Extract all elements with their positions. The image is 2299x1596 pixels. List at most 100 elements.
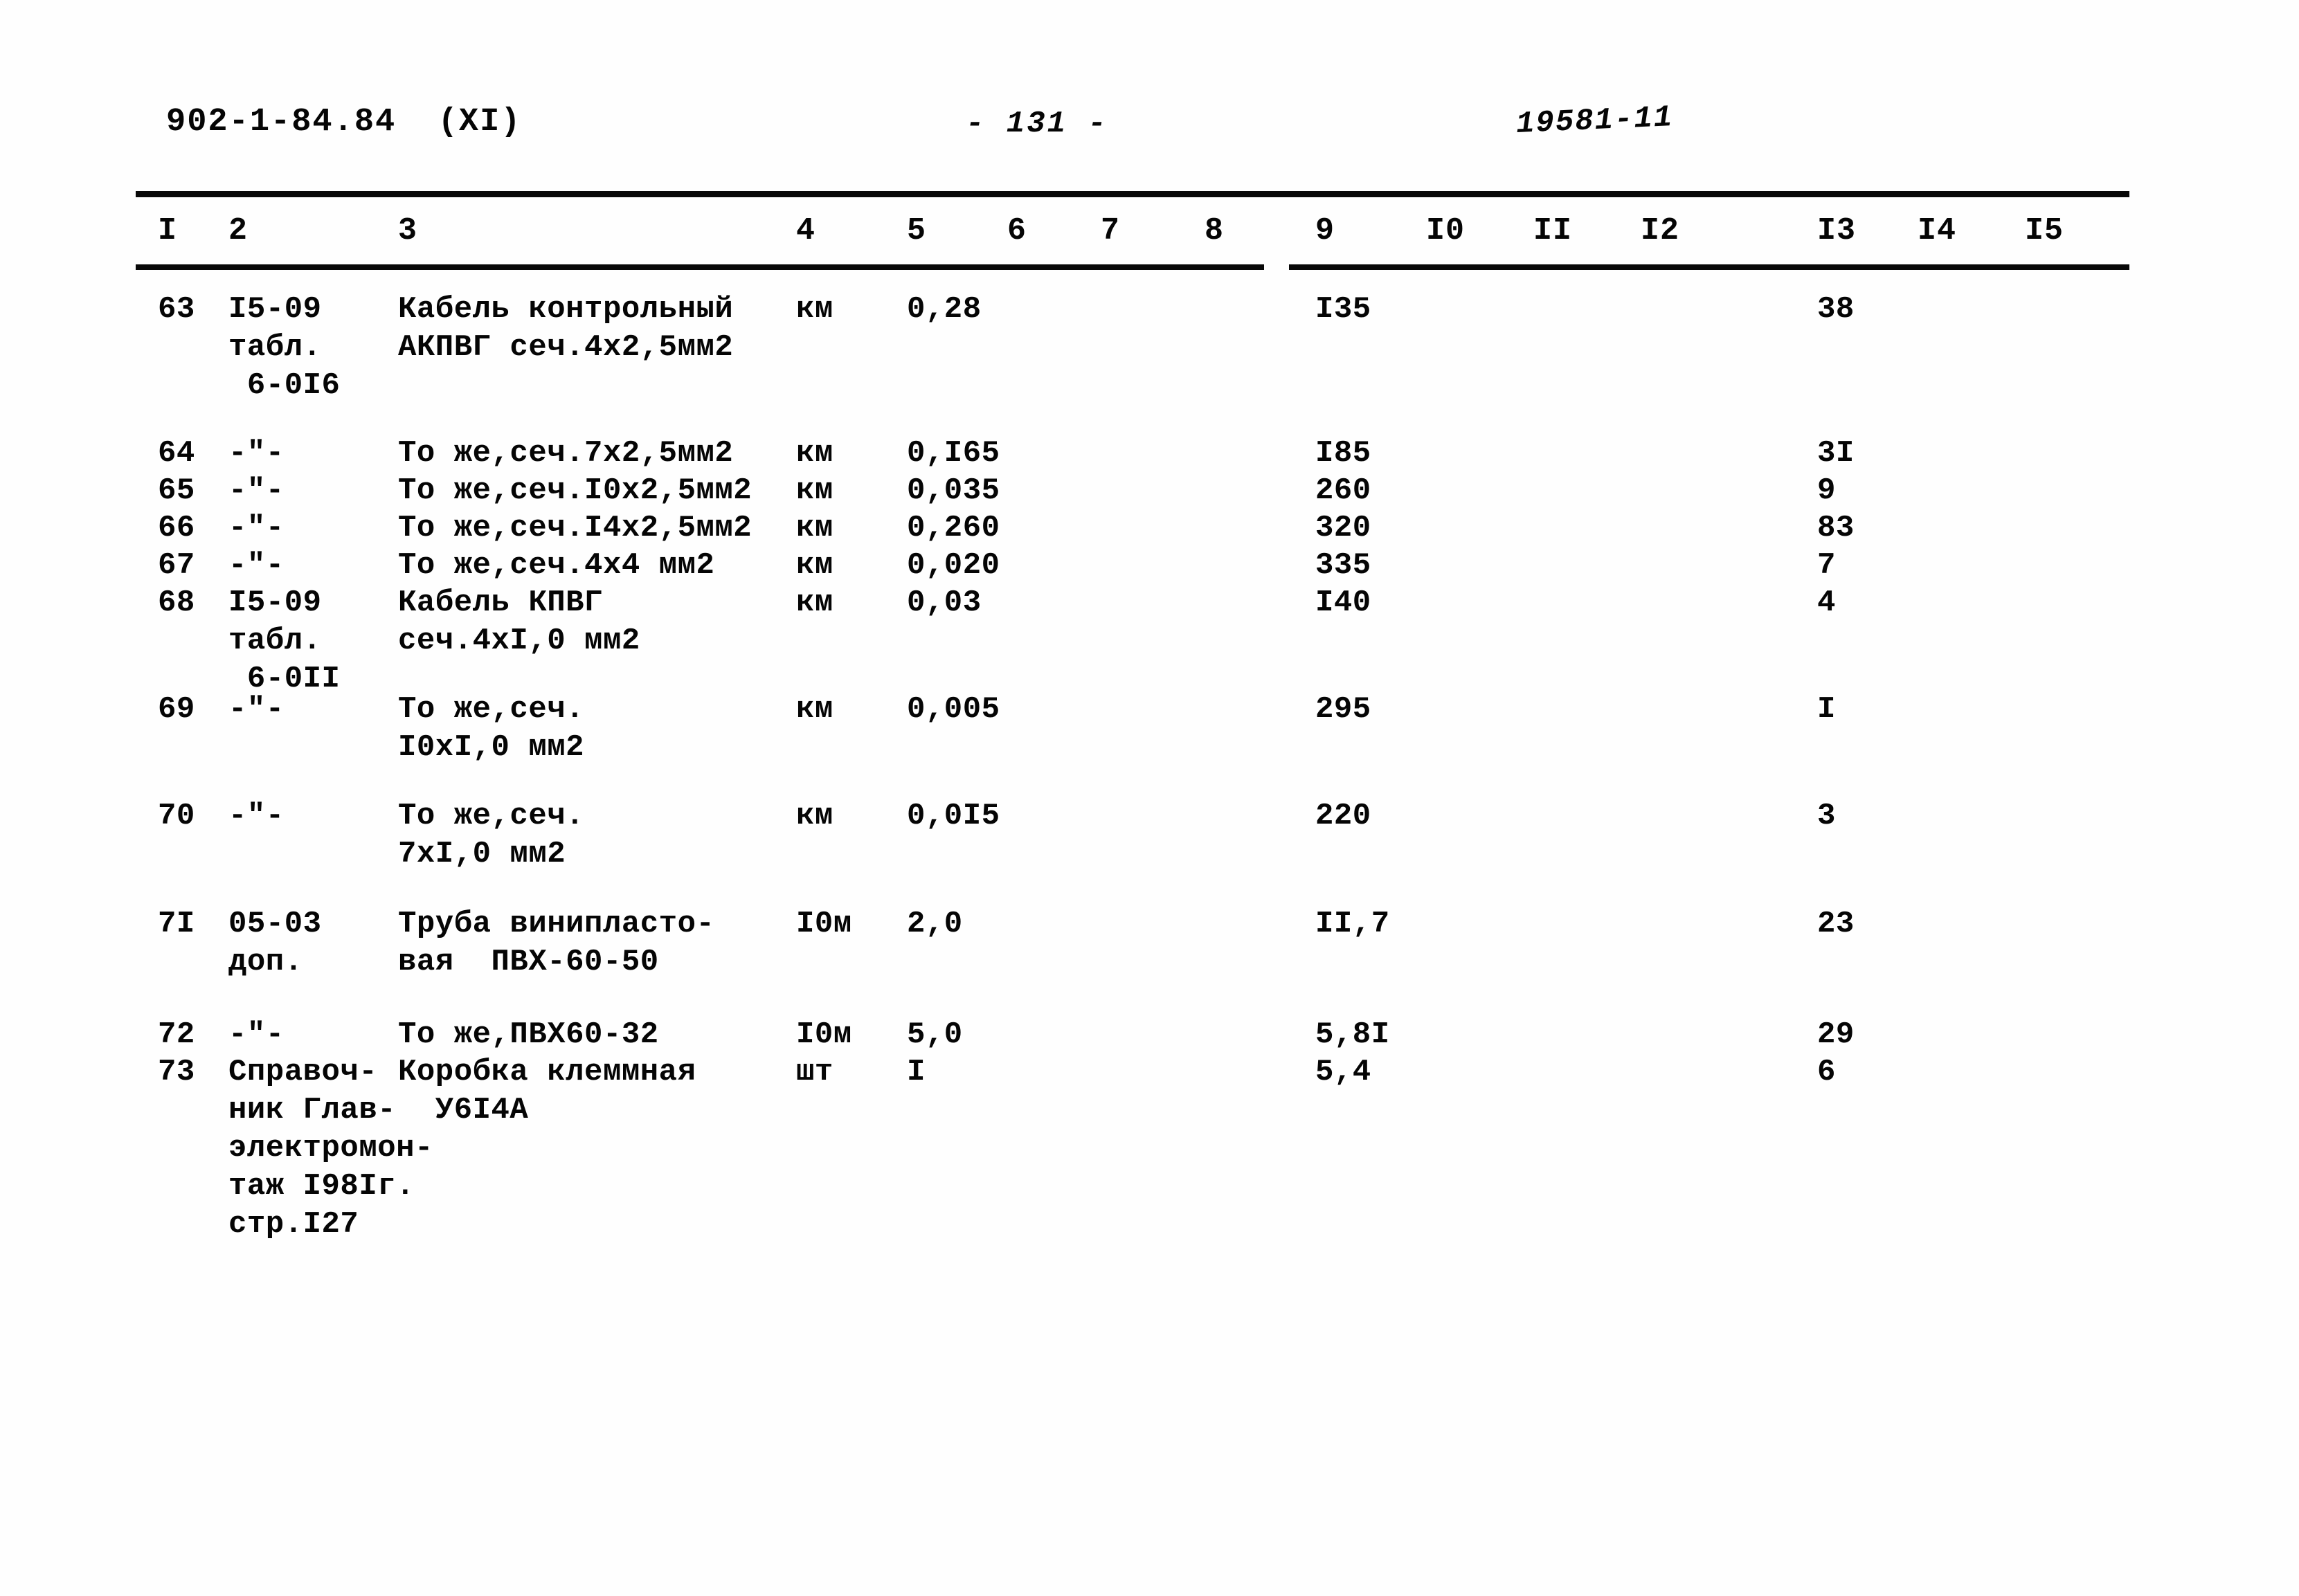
row-number-cell: 64 [158, 436, 195, 471]
row-col9-cell: 5,8I [1315, 1017, 1390, 1052]
row-name-cell: Кабель КПВГ сеч.4хI,0 мм2 [398, 586, 640, 658]
table-top-rule [136, 191, 2129, 197]
row-number-cell: 63 [158, 292, 195, 327]
row-code-cell: -"- [228, 1017, 285, 1052]
column-header-2: 2 [228, 213, 249, 248]
row-col13-cell: 29 [1817, 1017, 1855, 1052]
table-header-rule-right [1289, 264, 2129, 270]
row-quantity-cell: 0,035 [907, 473, 1000, 508]
row-code-cell: -"- [228, 511, 285, 545]
row-code-cell: -"- [228, 473, 285, 508]
row-name-cell: То же,сеч.I4х2,5мм2 [398, 511, 752, 545]
row-quantity-cell: 0,28 [907, 292, 982, 327]
row-unit-cell: км [796, 692, 833, 727]
row-col9-cell: I35 [1315, 292, 1371, 327]
column-header-4: 4 [796, 213, 816, 248]
table-header-rule-left [136, 264, 1264, 270]
row-col13-cell: 38 [1817, 292, 1855, 327]
row-number-cell: 65 [158, 473, 195, 508]
column-header-3: 3 [398, 213, 418, 248]
row-col9-cell: 5,4 [1315, 1055, 1371, 1089]
row-col9-cell: 260 [1315, 473, 1371, 508]
row-unit-cell: км [796, 292, 833, 327]
archive-stamp-number: 19581-11 [1515, 100, 1675, 142]
row-code-cell: -"- [228, 436, 285, 471]
page-number: - 131 - [966, 107, 1108, 141]
row-code-cell: -"- [228, 548, 285, 583]
row-name-cell: Коробка клеммная У6I4А [398, 1055, 696, 1127]
row-number-cell: 69 [158, 692, 195, 727]
row-unit-cell: км [796, 548, 833, 583]
column-header-12: I2 [1641, 213, 1680, 248]
row-unit-cell: шт [796, 1055, 833, 1089]
row-col13-cell: 7 [1817, 548, 1836, 583]
document-header: 902-1-84.84 (XI) - 131 - 19581-11 [0, 100, 2299, 159]
row-quantity-cell: 5,0 [907, 1017, 963, 1052]
row-number-cell: 68 [158, 586, 195, 620]
row-code-cell: -"- [228, 692, 285, 727]
row-code-cell: -"- [228, 799, 285, 833]
column-header-14: I4 [1918, 213, 1957, 248]
row-name-cell: Труба винипласто- вая ПВХ-60-50 [398, 907, 715, 979]
column-header-5: 5 [907, 213, 927, 248]
table-column-header-row: I 2 3 4 5 6 7 8 9 I0 II I2 I3 I4 I5 [0, 213, 2299, 257]
row-quantity-cell: 0,03 [907, 586, 982, 620]
column-header-10: I0 [1426, 213, 1466, 248]
row-col9-cell: I85 [1315, 436, 1371, 471]
row-col9-cell: 320 [1315, 511, 1371, 545]
row-number-cell: 67 [158, 548, 195, 583]
row-col13-cell: 6 [1817, 1055, 1836, 1089]
column-header-9: 9 [1315, 213, 1335, 248]
row-code-cell: I5-09 табл. 6-0II [228, 586, 341, 696]
row-quantity-cell: 0,I65 [907, 436, 1000, 471]
row-quantity-cell: I [907, 1055, 926, 1089]
row-col13-cell: I [1817, 692, 1836, 727]
row-quantity-cell: 0,020 [907, 548, 1000, 583]
row-col13-cell: 3I [1817, 436, 1855, 471]
column-header-8: 8 [1205, 213, 1225, 248]
row-col13-cell: 83 [1817, 511, 1855, 545]
row-col13-cell: 4 [1817, 586, 1836, 620]
row-col9-cell: II,7 [1315, 907, 1390, 941]
row-unit-cell: км [796, 799, 833, 833]
row-quantity-cell: 2,0 [907, 907, 963, 941]
row-unit-cell: I0м [796, 1017, 852, 1052]
row-name-cell: То же,сеч. 7хI,0 мм2 [398, 799, 585, 871]
row-code-cell: 05-03 доп. [228, 907, 322, 979]
row-unit-cell: I0м [796, 907, 852, 941]
row-name-cell: То же,сеч.4х4 мм2 [398, 548, 715, 583]
column-header-6: 6 [1007, 213, 1027, 248]
row-unit-cell: км [796, 473, 833, 508]
column-header-1: I [158, 213, 178, 248]
row-name-cell: Кабель контрольный АКПВГ сеч.4х2,5мм2 [398, 292, 734, 365]
row-unit-cell: км [796, 511, 833, 545]
row-number-cell: 70 [158, 799, 195, 833]
row-col9-cell: 295 [1315, 692, 1371, 727]
row-col13-cell: 3 [1817, 799, 1836, 833]
row-col9-cell: I40 [1315, 586, 1371, 620]
row-name-cell: То же,сеч. I0хI,0 мм2 [398, 692, 585, 765]
document-code: 902-1-84.84 (XI) [166, 104, 522, 140]
row-number-cell: 66 [158, 511, 195, 545]
row-quantity-cell: 0,260 [907, 511, 1000, 545]
row-name-cell: То же,сеч.7х2,5мм2 [398, 436, 734, 471]
row-col9-cell: 220 [1315, 799, 1371, 833]
column-header-7: 7 [1101, 213, 1121, 248]
row-col9-cell: 335 [1315, 548, 1371, 583]
column-header-11: II [1533, 213, 1573, 248]
row-code-cell: I5-09 табл. 6-0I6 [228, 292, 341, 403]
row-number-cell: 7I [158, 907, 195, 941]
row-name-cell: То же,ПВХ60-32 [398, 1017, 659, 1052]
document-page: 902-1-84.84 (XI) - 131 - 19581-11 I23456… [0, 0, 2299, 1596]
column-header-13: I3 [1817, 213, 1857, 248]
row-col13-cell: 9 [1817, 473, 1836, 508]
row-quantity-cell: 0,005 [907, 692, 1000, 727]
row-name-cell: То же,сеч.I0х2,5мм2 [398, 473, 752, 508]
row-number-cell: 73 [158, 1055, 195, 1089]
row-unit-cell: км [796, 436, 833, 471]
row-col13-cell: 23 [1817, 907, 1855, 941]
row-quantity-cell: 0,0I5 [907, 799, 1000, 833]
row-unit-cell: км [796, 586, 833, 620]
column-header-15: I5 [2025, 213, 2064, 248]
row-number-cell: 72 [158, 1017, 195, 1052]
